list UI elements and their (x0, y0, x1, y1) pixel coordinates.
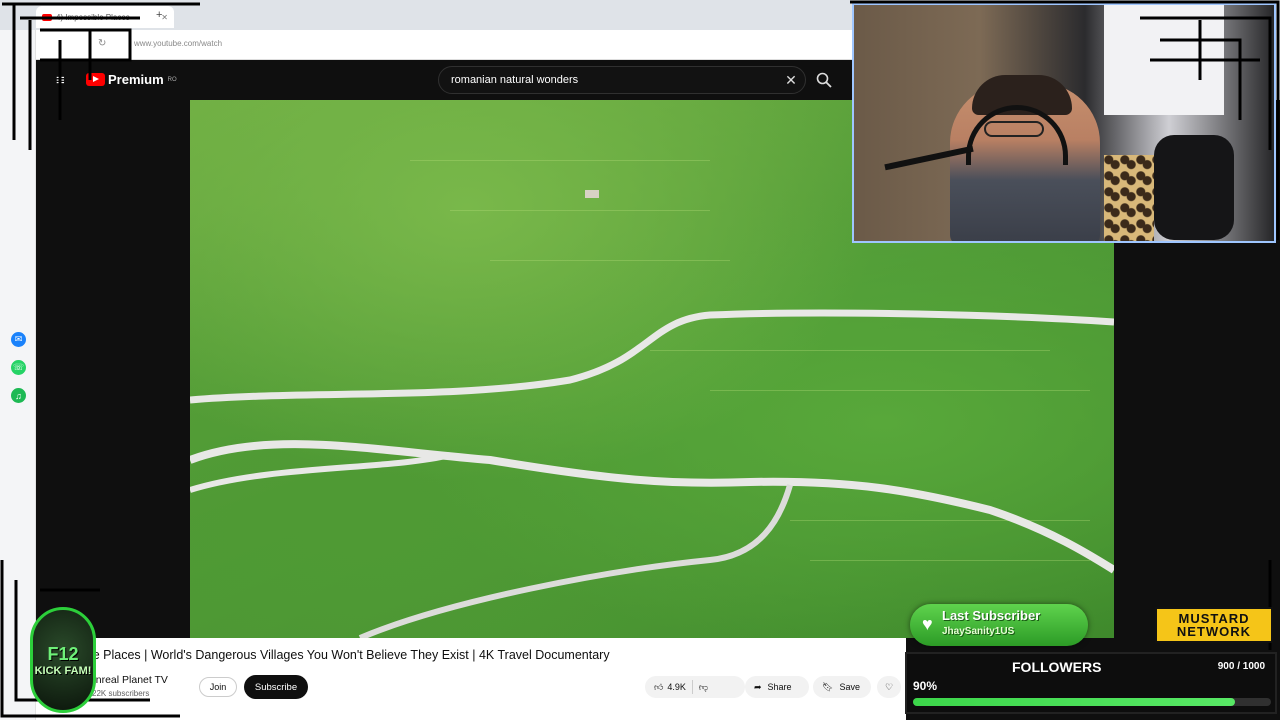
messenger-icon[interactable]: ✉ (11, 332, 26, 347)
hamburger-menu-icon[interactable]: ≡ (56, 72, 65, 89)
followers-percent: 90% (913, 679, 938, 693)
search-icon (816, 72, 832, 88)
youtube-favicon-icon (42, 13, 52, 21)
dislike-button[interactable]: 👎︎ (699, 682, 708, 693)
glasses-icon (984, 121, 1044, 137)
share-label: Share (767, 682, 792, 692)
kick-fam-badge: F12 KICK FAM! (30, 607, 96, 713)
join-button[interactable]: Join (199, 677, 237, 697)
reload-icon[interactable]: ↻ (98, 38, 106, 49)
logo-text: Premium (108, 72, 164, 87)
subscribe-button[interactable]: Subscribe (244, 675, 308, 699)
thumbs-down-icon: 👎︎ (698, 681, 709, 692)
clear-search-icon[interactable]: ✕ (777, 72, 805, 89)
bookmark-icon: 🔖︎ (822, 681, 834, 692)
save-button[interactable]: 🔖︎ Save (813, 676, 871, 698)
followers-goal-widget: FOLLOWERS 900 / 1000 90% (905, 652, 1277, 714)
thanks-button[interactable]: ♡ (877, 676, 901, 698)
tab-title: 4) Impossible Places (56, 12, 130, 22)
like-count: 4.9K (667, 682, 686, 692)
thumbs-up-icon: 👍︎ (654, 681, 664, 692)
share-button[interactable]: ➦ Share (745, 676, 809, 698)
url-field[interactable]: www.youtube.com/watch (134, 39, 222, 48)
youtube-play-icon (86, 73, 105, 86)
network-line-2: NETWORK (1176, 624, 1252, 639)
webcam-feed (852, 3, 1276, 243)
youtube-header: ≡ Premium RO romanian natural wonders ✕ (36, 60, 856, 100)
search-input[interactable]: romanian natural wonders ✕ (438, 66, 806, 94)
badge-line-1: F12 (47, 643, 79, 664)
last-subscriber-label: Last Subscriber (942, 608, 1041, 623)
share-arrow-icon: ➦ (754, 681, 762, 692)
youtube-premium-logo[interactable]: Premium RO (86, 72, 177, 87)
webcam-chair (1154, 135, 1234, 240)
last-subscriber-name: JhaySanity1US (942, 626, 1015, 637)
whatsapp-icon[interactable]: ☏ (11, 360, 26, 375)
followers-count: 900 / 1000 (1217, 661, 1265, 672)
heart-dollar-icon: ♡ (884, 681, 894, 692)
like-dislike-group: 👍︎ 4.9K 👎︎ (645, 676, 745, 698)
search-button[interactable] (806, 66, 842, 94)
followers-progress-fill (913, 698, 1235, 706)
search-query: romanian natural wonders (451, 74, 579, 86)
heart-icon: ♥ (922, 614, 933, 634)
new-tab-button[interactable]: + (156, 9, 162, 21)
address-bar: ↻ www.youtube.com/watch (36, 30, 856, 60)
browser-tab[interactable]: 4) Impossible Places ✕ (36, 6, 174, 28)
badge-line-2: KICK FAM! (34, 664, 92, 677)
logo-region: RO (167, 76, 177, 83)
followers-label: FOLLOWERS (1012, 659, 1102, 675)
like-divider (691, 680, 693, 694)
browser-sidebar: ✉ ☏ ♫ (0, 30, 36, 720)
webcam-window (1104, 5, 1224, 115)
save-label: Save (839, 682, 860, 692)
mustard-network-logo: MUSTARD NETWORK (1155, 607, 1273, 643)
webcam-blanket (1104, 155, 1154, 241)
subscriber-count: 22K subscribers (92, 689, 150, 698)
last-subscriber-alert: ♥ Last Subscriber JhaySanity1US (910, 604, 1088, 646)
spotify-icon[interactable]: ♫ (11, 388, 26, 403)
like-button[interactable]: 👍︎ 4.9K (654, 682, 686, 693)
video-title: ble Places | World's Dangerous Villages … (83, 648, 610, 662)
